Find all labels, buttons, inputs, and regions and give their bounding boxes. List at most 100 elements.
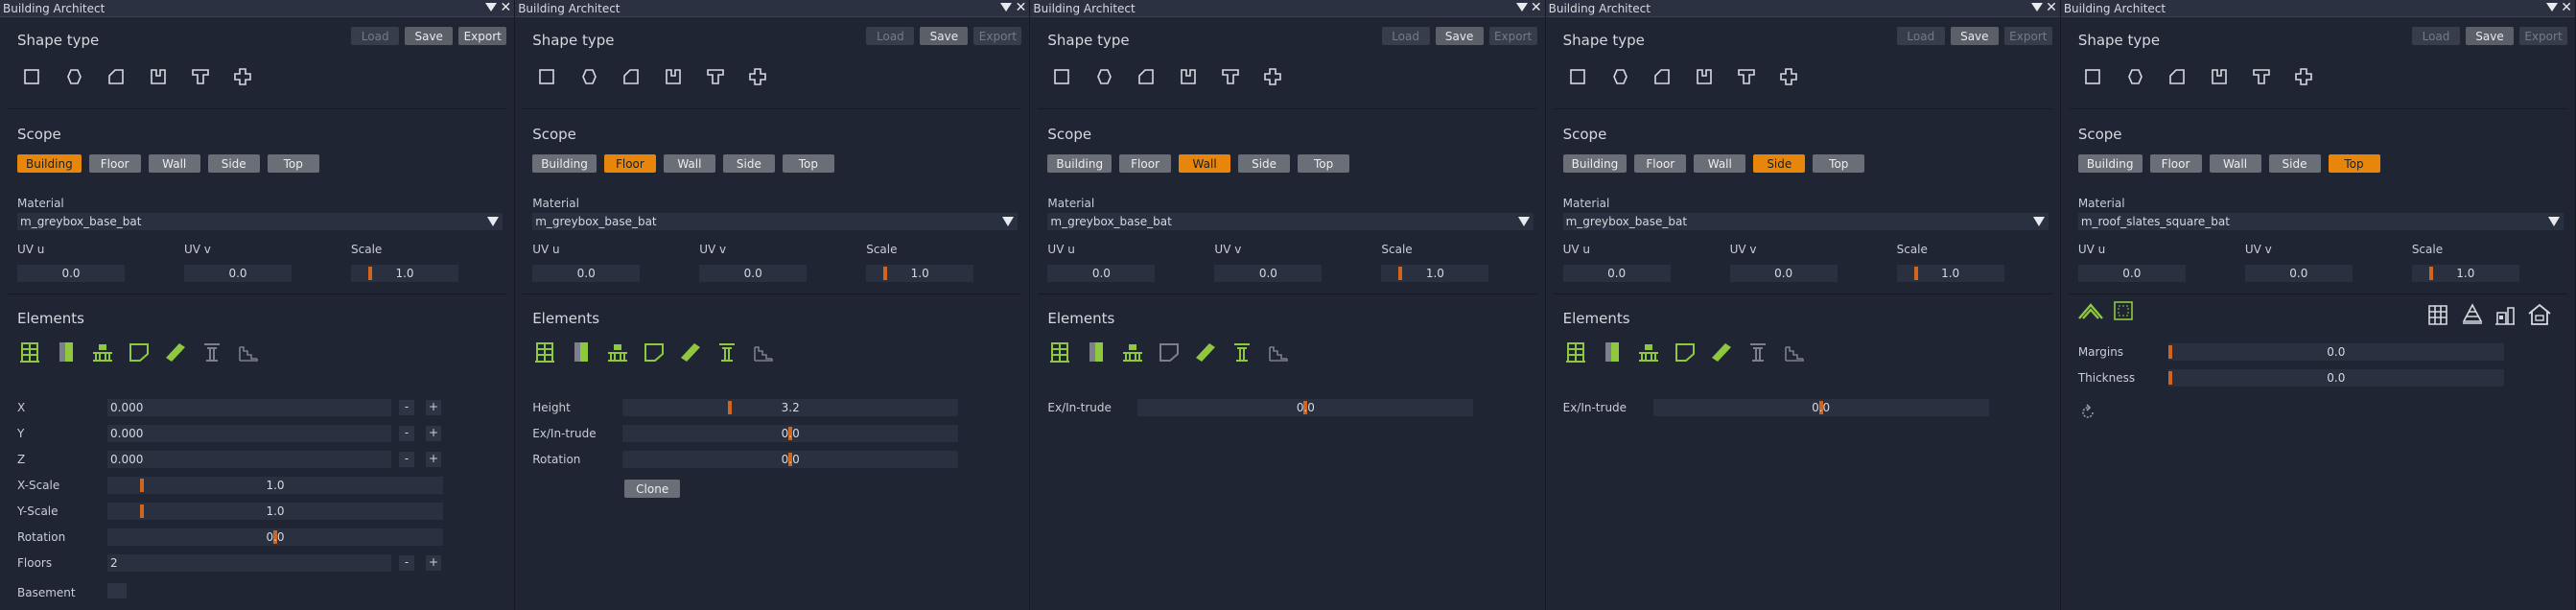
scope-top[interactable]: Top bbox=[267, 154, 319, 173]
cut-corner-shape-icon[interactable] bbox=[617, 65, 645, 88]
save-button[interactable]: Save bbox=[920, 27, 969, 45]
pillar-icon[interactable] bbox=[1229, 340, 1254, 364]
stairs-icon[interactable] bbox=[1782, 340, 1807, 364]
cross-shape-icon[interactable] bbox=[228, 65, 257, 88]
load-button[interactable]: Load bbox=[1896, 27, 1945, 45]
scope-building[interactable]: Building bbox=[2077, 154, 2143, 173]
scope-side[interactable]: Side bbox=[1238, 154, 1291, 173]
square-shape-icon[interactable] bbox=[2078, 65, 2107, 88]
panel-corner-icon[interactable] bbox=[127, 340, 152, 364]
save-button[interactable]: Save bbox=[2466, 27, 2515, 45]
panel-corner-icon[interactable] bbox=[1157, 340, 1182, 364]
square-shape-icon[interactable] bbox=[1047, 65, 1076, 88]
load-button[interactable]: Load bbox=[1381, 27, 1430, 45]
tower-icon[interactable] bbox=[2425, 302, 2450, 327]
material-dropdown[interactable]: m_roof_slates_square_bat bbox=[2077, 213, 2564, 230]
door-icon[interactable] bbox=[569, 340, 594, 364]
square-shape-icon[interactable] bbox=[1563, 65, 1592, 88]
scope-floor[interactable]: Floor bbox=[2149, 154, 2202, 173]
stairs-icon[interactable] bbox=[236, 340, 261, 364]
margins-slider[interactable]: 0.0 bbox=[2167, 343, 2504, 361]
beam-icon[interactable] bbox=[1193, 340, 1218, 364]
scope-side[interactable]: Side bbox=[2268, 154, 2321, 173]
u-shape-icon[interactable] bbox=[659, 65, 688, 88]
height-slider[interactable]: 3.2 bbox=[622, 399, 959, 416]
balcony-icon[interactable] bbox=[1120, 340, 1145, 364]
pillar-icon[interactable] bbox=[714, 340, 739, 364]
scale-slider[interactable]: 1.0 bbox=[351, 265, 458, 282]
scope-building[interactable]: Building bbox=[532, 154, 597, 173]
y-field[interactable]: 0.000 bbox=[107, 425, 391, 442]
building-frame-icon[interactable] bbox=[532, 340, 557, 364]
y-minus-button[interactable]: - bbox=[399, 426, 414, 441]
uv-u-field[interactable]: 0.0 bbox=[1562, 265, 1671, 282]
u-shape-icon[interactable] bbox=[2205, 65, 2234, 88]
window-titlebar[interactable]: Building Architect ✕ bbox=[1030, 0, 1545, 17]
cut-corner-shape-icon[interactable] bbox=[1648, 65, 1676, 88]
extrude-slider[interactable]: 0.0 bbox=[1652, 399, 1989, 416]
floors-minus-button[interactable]: - bbox=[399, 555, 414, 571]
t-shape-icon[interactable] bbox=[186, 65, 215, 88]
scope-side[interactable]: Side bbox=[1753, 154, 1806, 173]
window-titlebar[interactable]: Building Architect ✕ bbox=[0, 0, 515, 17]
load-button[interactable]: Load bbox=[2412, 27, 2461, 45]
uv-v-field[interactable]: 0.0 bbox=[1729, 265, 1838, 282]
door-icon[interactable] bbox=[1600, 340, 1625, 364]
cross-shape-icon[interactable] bbox=[1258, 65, 1287, 88]
refresh-icon[interactable] bbox=[2078, 403, 2097, 422]
uv-v-field[interactable]: 0.0 bbox=[1214, 265, 1323, 282]
scope-floor[interactable]: Floor bbox=[603, 154, 656, 173]
flat-roof-icon[interactable] bbox=[2113, 300, 2134, 321]
hexagon-shape-icon[interactable] bbox=[2120, 65, 2149, 88]
t-shape-icon[interactable] bbox=[1216, 65, 1245, 88]
dome-icon[interactable] bbox=[2460, 302, 2485, 327]
house-icon[interactable] bbox=[2527, 302, 2552, 327]
scope-wall[interactable]: Wall bbox=[663, 154, 715, 173]
window-menu-icon[interactable] bbox=[2546, 3, 2559, 12]
close-icon[interactable]: ✕ bbox=[500, 0, 511, 15]
stairs-icon[interactable] bbox=[1266, 340, 1291, 364]
door-icon[interactable] bbox=[1084, 340, 1109, 364]
rotation-slider[interactable]: 0.0 bbox=[107, 528, 443, 546]
extrude-slider[interactable]: 0.0 bbox=[1137, 399, 1474, 416]
scale-slider[interactable]: 1.0 bbox=[1896, 265, 2004, 282]
export-button[interactable]: Export bbox=[1488, 27, 1537, 45]
export-button[interactable]: Export bbox=[458, 27, 507, 45]
u-shape-icon[interactable] bbox=[1174, 65, 1203, 88]
hexagon-shape-icon[interactable] bbox=[1605, 65, 1634, 88]
uv-u-field[interactable]: 0.0 bbox=[2077, 265, 2186, 282]
pillar-icon[interactable] bbox=[199, 340, 224, 364]
scope-building[interactable]: Building bbox=[17, 154, 82, 173]
uv-u-field[interactable]: 0.0 bbox=[1047, 265, 1156, 282]
x-scale-slider[interactable]: 1.0 bbox=[107, 477, 443, 494]
material-dropdown[interactable]: m_greybox_base_bat bbox=[1047, 213, 1534, 230]
balcony-icon[interactable] bbox=[90, 340, 115, 364]
scope-floor[interactable]: Floor bbox=[1119, 154, 1172, 173]
beam-icon[interactable] bbox=[163, 340, 188, 364]
window-titlebar[interactable]: Building Architect ✕ bbox=[1545, 0, 2060, 17]
stairs-icon[interactable] bbox=[751, 340, 776, 364]
close-icon[interactable]: ✕ bbox=[1016, 0, 1027, 15]
balcony-icon[interactable] bbox=[1636, 340, 1661, 364]
material-dropdown[interactable]: m_greybox_base_bat bbox=[17, 213, 503, 230]
floors-field[interactable]: 2 bbox=[107, 554, 391, 572]
panel-corner-icon[interactable] bbox=[1673, 340, 1698, 364]
scope-wall[interactable]: Wall bbox=[148, 154, 200, 173]
save-button[interactable]: Save bbox=[1435, 27, 1484, 45]
door-icon[interactable] bbox=[54, 340, 79, 364]
save-button[interactable]: Save bbox=[405, 27, 454, 45]
scope-top[interactable]: Top bbox=[782, 154, 834, 173]
uv-v-field[interactable]: 0.0 bbox=[2244, 265, 2353, 282]
scope-wall[interactable]: Wall bbox=[2209, 154, 2261, 173]
extrude-slider[interactable]: 0.0 bbox=[622, 425, 959, 442]
scale-slider[interactable]: 1.0 bbox=[2411, 265, 2519, 282]
cut-corner-shape-icon[interactable] bbox=[1132, 65, 1160, 88]
scope-side[interactable]: Side bbox=[207, 154, 260, 173]
window-menu-icon[interactable] bbox=[485, 3, 498, 12]
cross-shape-icon[interactable] bbox=[2289, 65, 2318, 88]
cut-corner-shape-icon[interactable] bbox=[2163, 65, 2191, 88]
close-icon[interactable]: ✕ bbox=[2561, 0, 2572, 15]
uv-u-field[interactable]: 0.0 bbox=[17, 265, 125, 282]
square-shape-icon[interactable] bbox=[532, 65, 561, 88]
export-button[interactable]: Export bbox=[2519, 27, 2568, 45]
